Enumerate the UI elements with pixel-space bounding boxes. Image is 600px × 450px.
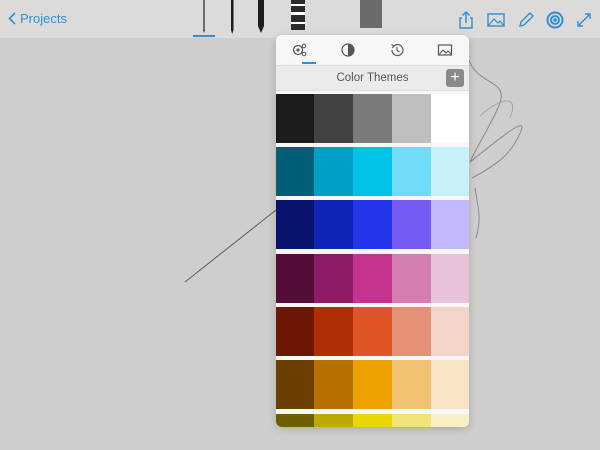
color-swatch[interactable]	[392, 200, 431, 249]
tab-color-themes[interactable]	[276, 35, 324, 65]
tab-image-capture[interactable]	[421, 35, 469, 65]
color-swatch[interactable]	[431, 414, 469, 427]
color-swatch[interactable]	[353, 147, 392, 196]
color-swatch[interactable]	[276, 360, 314, 409]
color-swatch[interactable]	[431, 254, 469, 303]
color-theme-row[interactable]	[276, 147, 469, 196]
color-mixer-icon	[341, 43, 355, 57]
color-themes-popover: Color Themes +	[276, 35, 469, 427]
color-swatch[interactable]	[276, 94, 314, 143]
color-swatch[interactable]	[314, 200, 353, 249]
color-theme-row[interactable]	[276, 94, 469, 143]
color-swatch[interactable]	[431, 200, 469, 249]
eraser-brush[interactable]	[360, 0, 382, 34]
color-theme-row[interactable]	[276, 360, 469, 409]
image-capture-icon	[437, 44, 452, 56]
color-swatch[interactable]	[392, 414, 431, 427]
popover-title: Color Themes	[336, 72, 409, 84]
back-label: Projects	[20, 11, 67, 26]
color-swatch[interactable]	[276, 307, 314, 356]
color-swatch[interactable]	[353, 254, 392, 303]
marker-brush[interactable]	[254, 0, 268, 34]
color-swatch[interactable]	[392, 94, 431, 143]
selected-brush-indicator	[193, 35, 215, 37]
color-swatch[interactable]	[314, 414, 353, 427]
color-swatch[interactable]	[276, 414, 314, 427]
back-to-projects-button[interactable]: Projects	[8, 11, 67, 26]
tab-color-mixer[interactable]	[324, 35, 372, 65]
brush-brush[interactable]	[288, 0, 308, 34]
pencil-brush[interactable]	[198, 0, 210, 34]
color-swatch[interactable]	[276, 147, 314, 196]
color-theme-row[interactable]	[276, 200, 469, 249]
color-swatch[interactable]	[431, 360, 469, 409]
color-swatch[interactable]	[314, 94, 353, 143]
tab-history[interactable]	[373, 35, 421, 65]
popover-header: Color Themes +	[276, 65, 469, 91]
color-swatch[interactable]	[314, 307, 353, 356]
color-theme-row[interactable]	[276, 414, 469, 427]
color-swatch[interactable]	[392, 254, 431, 303]
color-swatch[interactable]	[431, 307, 469, 356]
color-swatch[interactable]	[276, 200, 314, 249]
color-theme-row[interactable]	[276, 307, 469, 356]
color-swatch[interactable]	[392, 360, 431, 409]
add-theme-button[interactable]: +	[446, 69, 464, 87]
top-toolbar: Projects	[0, 0, 600, 38]
expand-icon[interactable]	[574, 10, 594, 30]
brush-tray	[192, 0, 392, 34]
image-icon[interactable]	[486, 10, 506, 30]
color-swatch[interactable]	[431, 94, 469, 143]
color-theme-row[interactable]	[276, 254, 469, 303]
color-swatch[interactable]	[353, 360, 392, 409]
color-swatch[interactable]	[314, 254, 353, 303]
color-swatch[interactable]	[314, 360, 353, 409]
color-wheel-icon[interactable]	[545, 10, 565, 30]
color-themes-icon	[293, 43, 307, 57]
chevron-left-icon	[8, 12, 16, 25]
color-swatch[interactable]	[392, 307, 431, 356]
popover-tab-bar	[276, 35, 469, 65]
color-swatch[interactable]	[431, 147, 469, 196]
ink-pen-brush[interactable]	[226, 0, 238, 34]
color-swatch[interactable]	[314, 147, 353, 196]
color-swatch[interactable]	[353, 200, 392, 249]
color-swatch[interactable]	[353, 94, 392, 143]
color-swatch[interactable]	[392, 147, 431, 196]
history-icon	[390, 43, 404, 57]
pencil-icon[interactable]	[516, 10, 536, 30]
color-swatch[interactable]	[276, 254, 314, 303]
color-swatch[interactable]	[353, 307, 392, 356]
color-swatch[interactable]	[353, 414, 392, 427]
share-icon[interactable]	[456, 10, 476, 30]
